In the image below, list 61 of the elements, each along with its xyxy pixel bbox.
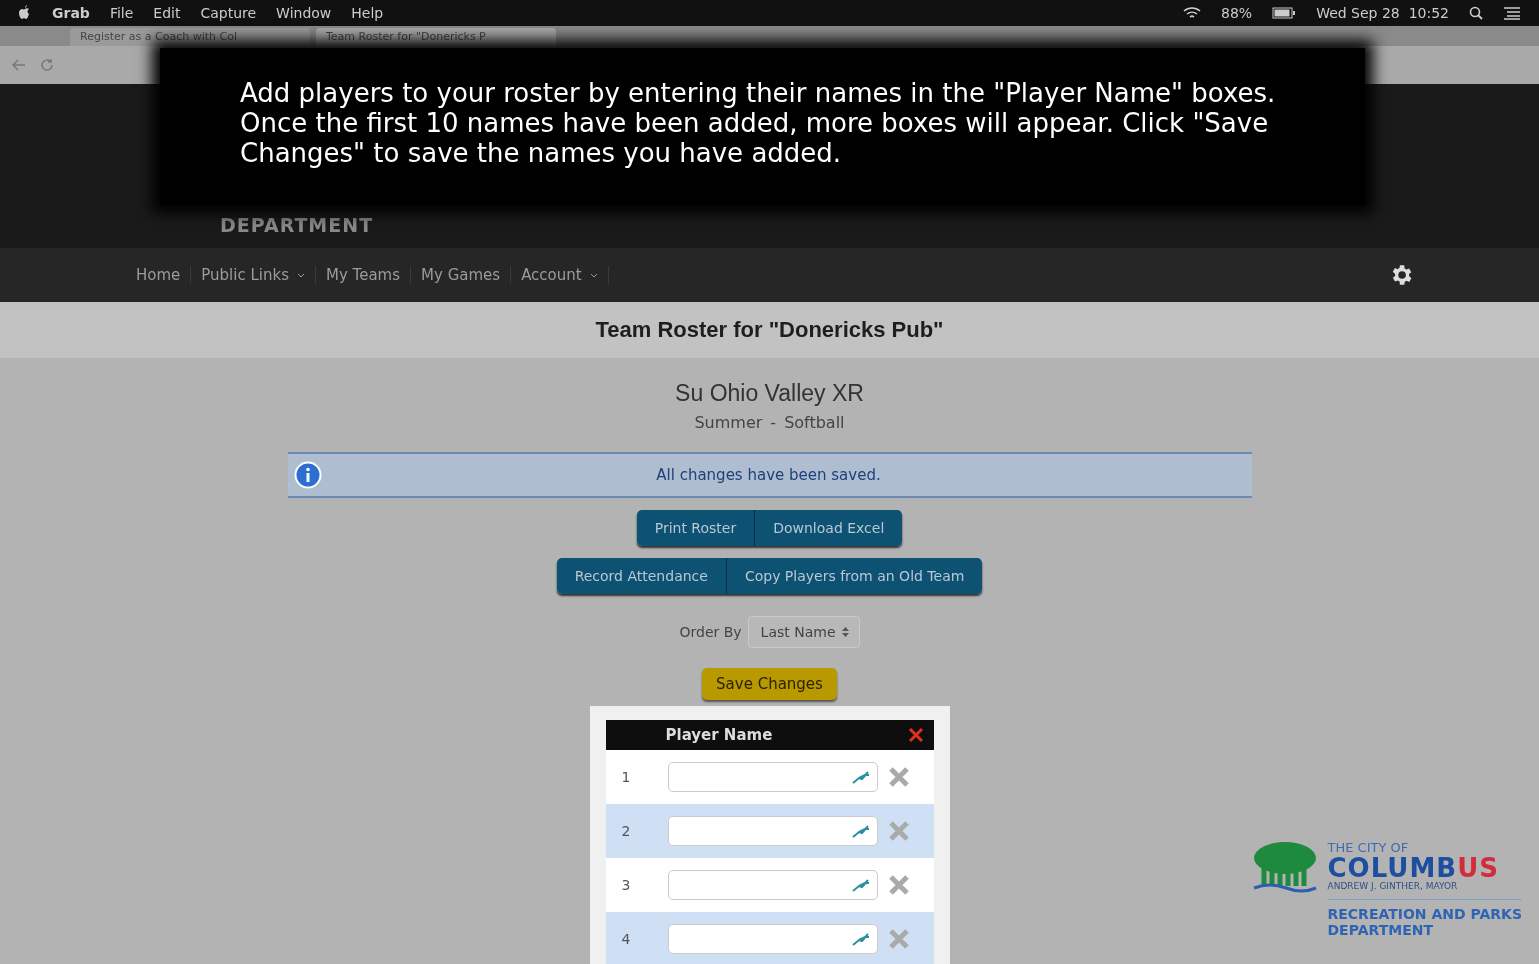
action-button[interactable]: Copy Players from an Old Team [725, 558, 983, 594]
nav-link[interactable]: My Games [411, 266, 512, 284]
season-text: Summer [694, 413, 763, 432]
separator-text: - [770, 413, 777, 432]
nav-link[interactable]: Public Links [191, 266, 316, 284]
browser-tab[interactable]: Team Roster for "Donericks P [316, 28, 556, 46]
action-button[interactable]: Download Excel [754, 510, 903, 546]
list-icon[interactable] [1503, 6, 1521, 20]
info-icon [293, 461, 322, 489]
search-icon[interactable] [1469, 6, 1483, 20]
action-button[interactable]: Record Attendance [556, 558, 726, 594]
menu-item[interactable]: Help [351, 5, 384, 21]
nav-link[interactable]: My Teams [316, 266, 412, 284]
player-name-field[interactable] [667, 816, 878, 846]
tooltip-text: Add players to your roster by entering their names in the "Player Name" boxes. Once the first 10 names have been added, more boxes will appear. Click "Save Changes" to save the names you have added. [240, 78, 1277, 168]
row-number: 4 [621, 931, 632, 947]
logo-mayor-text: ANDREW J. GINTHER, MAYOR [1327, 881, 1523, 900]
caret-icon [297, 272, 305, 278]
menu-item[interactable]: Capture [200, 5, 257, 21]
logo-line: THE CITY OF [1327, 840, 1410, 855]
alert-text: All changes have been saved. [655, 466, 882, 484]
league-name: Su Ohio Valley XR [675, 380, 864, 407]
back-arrow-icon[interactable] [12, 59, 26, 71]
row-number: 1 [621, 769, 632, 785]
action-button[interactable]: Print Roster [636, 510, 755, 546]
column-header: Player Name [665, 726, 774, 744]
page-title: Team Roster for "Donericks Pub" [595, 317, 944, 343]
row-number: 2 [621, 823, 632, 839]
row-number: 3 [621, 877, 632, 893]
player-name-field[interactable] [667, 870, 878, 900]
trees-logo-icon [1251, 840, 1318, 896]
delete-icon[interactable] [887, 820, 910, 842]
order-by-label: Order By [679, 624, 742, 640]
browser-tab[interactable]: Register as a Coach with Col [70, 28, 310, 46]
battery-percentage: 88% [1221, 5, 1253, 21]
logo-department-text: DEPARTMENT [1327, 922, 1434, 938]
player-name-field[interactable] [667, 924, 878, 954]
close-icon[interactable] [907, 727, 924, 743]
menu-item[interactable]: Edit [153, 5, 181, 21]
reload-icon[interactable] [40, 58, 54, 72]
menubar-clock[interactable]: Wed Sep 28 10:52 [1316, 5, 1449, 21]
sport-text: Softball [784, 413, 845, 432]
save-changes-button[interactable]: Save Changes [702, 668, 837, 700]
nav-link[interactable]: Account [511, 266, 609, 284]
caret-icon [589, 272, 598, 278]
apple-logo-icon[interactable] [18, 5, 32, 21]
order-by-select[interactable]: Last Name [747, 616, 860, 648]
logo-city-name: COLUMBUS [1327, 855, 1500, 881]
delete-icon[interactable] [887, 766, 910, 788]
logo-department-text: RECREATION AND PARKS [1327, 906, 1523, 922]
department-text: DEPARTMENT [220, 214, 374, 236]
menu-item[interactable]: Window [276, 5, 332, 21]
delete-icon[interactable] [887, 874, 910, 896]
player-name-field[interactable] [667, 762, 878, 792]
sort-arrows-icon [841, 626, 849, 638]
menu-item[interactable]: File [109, 5, 134, 21]
nav-link[interactable]: Home [126, 266, 192, 284]
wifi-icon[interactable] [1183, 6, 1201, 20]
delete-icon[interactable] [887, 928, 910, 950]
battery-icon[interactable] [1272, 7, 1297, 19]
app-menu[interactable]: Grab [52, 5, 90, 21]
